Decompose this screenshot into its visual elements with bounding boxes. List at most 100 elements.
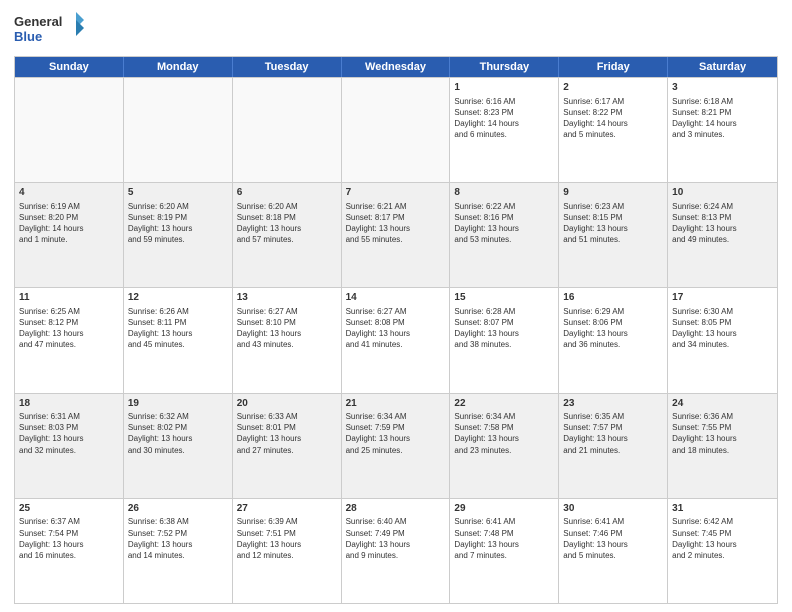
cell-text: Sunset: 7:57 PM — [563, 422, 663, 433]
cal-cell-12: 12Sunrise: 6:26 AMSunset: 8:11 PMDayligh… — [124, 288, 233, 392]
cell-text: Daylight: 13 hours — [563, 433, 663, 444]
cell-text: Sunrise: 6:26 AM — [128, 306, 228, 317]
cal-cell-31: 31Sunrise: 6:42 AMSunset: 7:45 PMDayligh… — [668, 499, 777, 603]
cell-text: Daylight: 13 hours — [237, 433, 337, 444]
cell-text: Sunset: 8:05 PM — [672, 317, 773, 328]
cal-row-4: 25Sunrise: 6:37 AMSunset: 7:54 PMDayligh… — [15, 498, 777, 603]
calendar: SundayMondayTuesdayWednesdayThursdayFrid… — [14, 56, 778, 604]
cell-text: Daylight: 13 hours — [346, 328, 446, 339]
cell-text: Sunrise: 6:19 AM — [19, 201, 119, 212]
cell-text: Sunset: 8:13 PM — [672, 212, 773, 223]
cell-text: and 32 minutes. — [19, 445, 119, 456]
cal-cell-17: 17Sunrise: 6:30 AMSunset: 8:05 PMDayligh… — [668, 288, 777, 392]
cell-text: Sunrise: 6:42 AM — [672, 516, 773, 527]
cell-text: Sunset: 8:02 PM — [128, 422, 228, 433]
cell-text: and 5 minutes. — [563, 550, 663, 561]
cell-text: Sunrise: 6:41 AM — [563, 516, 663, 527]
cell-text: and 51 minutes. — [563, 234, 663, 245]
cell-text: Sunrise: 6:18 AM — [672, 96, 773, 107]
cell-text: Daylight: 13 hours — [563, 539, 663, 550]
cal-cell-15: 15Sunrise: 6:28 AMSunset: 8:07 PMDayligh… — [450, 288, 559, 392]
cell-text: Sunrise: 6:35 AM — [563, 411, 663, 422]
cal-cell-16: 16Sunrise: 6:29 AMSunset: 8:06 PMDayligh… — [559, 288, 668, 392]
day-number: 21 — [346, 397, 446, 411]
cell-text: Sunset: 8:20 PM — [19, 212, 119, 223]
logo-svg: General Blue — [14, 10, 84, 50]
cell-text: Daylight: 13 hours — [128, 539, 228, 550]
cal-cell-2: 2Sunrise: 6:17 AMSunset: 8:22 PMDaylight… — [559, 78, 668, 182]
cal-cell-10: 10Sunrise: 6:24 AMSunset: 8:13 PMDayligh… — [668, 183, 777, 287]
cell-text: Sunrise: 6:23 AM — [563, 201, 663, 212]
cell-text: and 43 minutes. — [237, 339, 337, 350]
cell-text: Sunset: 7:58 PM — [454, 422, 554, 433]
header-day-wednesday: Wednesday — [342, 57, 451, 77]
cell-text: Sunset: 8:18 PM — [237, 212, 337, 223]
cell-text: and 5 minutes. — [563, 129, 663, 140]
logo: General Blue — [14, 10, 84, 50]
day-number: 9 — [563, 186, 663, 200]
cell-text: Daylight: 13 hours — [346, 223, 446, 234]
cell-text: Daylight: 13 hours — [237, 223, 337, 234]
cell-text: Daylight: 13 hours — [454, 328, 554, 339]
day-number: 4 — [19, 186, 119, 200]
cell-text: Daylight: 13 hours — [563, 328, 663, 339]
cell-text: Daylight: 13 hours — [128, 328, 228, 339]
day-number: 7 — [346, 186, 446, 200]
cell-text: Sunrise: 6:34 AM — [454, 411, 554, 422]
cell-text: Daylight: 13 hours — [672, 539, 773, 550]
day-number: 1 — [454, 81, 554, 95]
cal-cell-empty-2 — [233, 78, 342, 182]
cell-text: Sunset: 8:21 PM — [672, 107, 773, 118]
cell-text: and 25 minutes. — [346, 445, 446, 456]
cell-text: and 55 minutes. — [346, 234, 446, 245]
cal-cell-1: 1Sunrise: 6:16 AMSunset: 8:23 PMDaylight… — [450, 78, 559, 182]
cell-text: Sunset: 8:19 PM — [128, 212, 228, 223]
cal-cell-30: 30Sunrise: 6:41 AMSunset: 7:46 PMDayligh… — [559, 499, 668, 603]
day-number: 3 — [672, 81, 773, 95]
svg-text:Blue: Blue — [14, 29, 42, 44]
cell-text: Daylight: 13 hours — [19, 539, 119, 550]
cal-row-0: 1Sunrise: 6:16 AMSunset: 8:23 PMDaylight… — [15, 77, 777, 182]
cal-cell-29: 29Sunrise: 6:41 AMSunset: 7:48 PMDayligh… — [450, 499, 559, 603]
cell-text: Sunset: 8:12 PM — [19, 317, 119, 328]
cal-cell-9: 9Sunrise: 6:23 AMSunset: 8:15 PMDaylight… — [559, 183, 668, 287]
day-number: 18 — [19, 397, 119, 411]
cell-text: Sunrise: 6:22 AM — [454, 201, 554, 212]
day-number: 20 — [237, 397, 337, 411]
cal-cell-7: 7Sunrise: 6:21 AMSunset: 8:17 PMDaylight… — [342, 183, 451, 287]
cell-text: Daylight: 13 hours — [19, 433, 119, 444]
cell-text: Daylight: 13 hours — [19, 328, 119, 339]
cell-text: and 12 minutes. — [237, 550, 337, 561]
calendar-header: SundayMondayTuesdayWednesdayThursdayFrid… — [15, 57, 777, 77]
cell-text: and 34 minutes. — [672, 339, 773, 350]
day-number: 13 — [237, 291, 337, 305]
header-day-saturday: Saturday — [668, 57, 777, 77]
cell-text: Daylight: 14 hours — [563, 118, 663, 129]
cal-cell-8: 8Sunrise: 6:22 AMSunset: 8:16 PMDaylight… — [450, 183, 559, 287]
day-number: 6 — [237, 186, 337, 200]
cell-text: and 18 minutes. — [672, 445, 773, 456]
cell-text: Sunset: 8:15 PM — [563, 212, 663, 223]
day-number: 25 — [19, 502, 119, 516]
cal-cell-13: 13Sunrise: 6:27 AMSunset: 8:10 PMDayligh… — [233, 288, 342, 392]
cal-cell-25: 25Sunrise: 6:37 AMSunset: 7:54 PMDayligh… — [15, 499, 124, 603]
cell-text: Daylight: 13 hours — [563, 223, 663, 234]
cell-text: Sunrise: 6:28 AM — [454, 306, 554, 317]
cell-text: and 30 minutes. — [128, 445, 228, 456]
cal-cell-14: 14Sunrise: 6:27 AMSunset: 8:08 PMDayligh… — [342, 288, 451, 392]
cell-text: Sunrise: 6:27 AM — [237, 306, 337, 317]
cell-text: and 36 minutes. — [563, 339, 663, 350]
day-number: 23 — [563, 397, 663, 411]
cell-text: Daylight: 13 hours — [454, 539, 554, 550]
cal-row-3: 18Sunrise: 6:31 AMSunset: 8:03 PMDayligh… — [15, 393, 777, 498]
cell-text: and 49 minutes. — [672, 234, 773, 245]
cell-text: and 57 minutes. — [237, 234, 337, 245]
cell-text: and 1 minute. — [19, 234, 119, 245]
svg-text:General: General — [14, 14, 62, 29]
cell-text: Sunrise: 6:34 AM — [346, 411, 446, 422]
cal-cell-empty-3 — [342, 78, 451, 182]
cell-text: and 6 minutes. — [454, 129, 554, 140]
cell-text: Daylight: 13 hours — [672, 433, 773, 444]
day-number: 29 — [454, 502, 554, 516]
cal-cell-24: 24Sunrise: 6:36 AMSunset: 7:55 PMDayligh… — [668, 394, 777, 498]
